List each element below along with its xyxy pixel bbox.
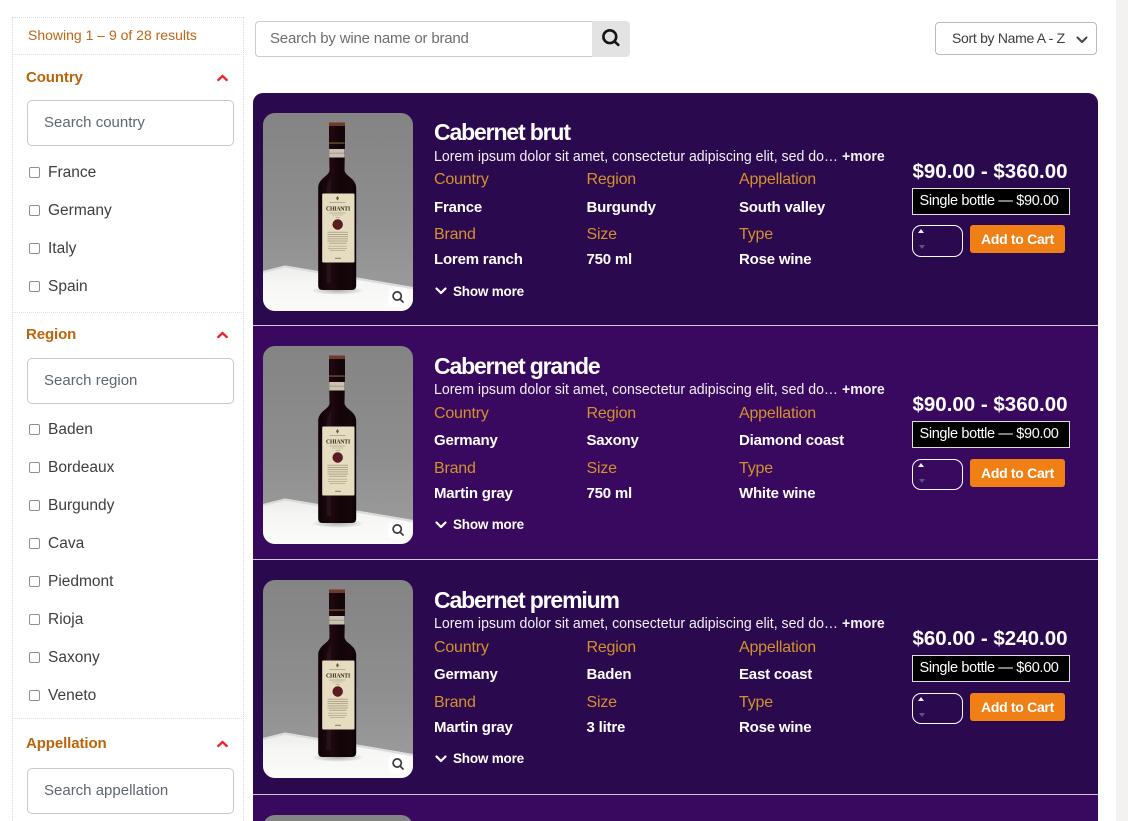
svg-text:CHIANTI: CHIANTI: [325, 206, 350, 212]
svg-text:CHIANTI: CHIANTI: [325, 674, 350, 680]
svg-text:CHIANTI: CHIANTI: [325, 440, 350, 446]
